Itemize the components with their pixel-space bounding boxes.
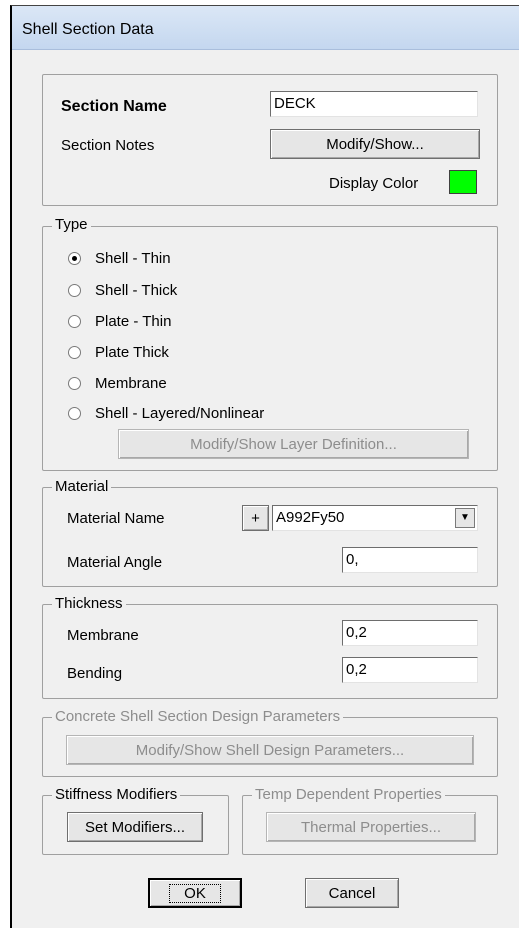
section-notes-button[interactable]: Modify/Show... [270, 129, 480, 159]
radio-indicator[interactable] [68, 376, 81, 390]
temp-legend: Temp Dependent Properties [252, 786, 445, 803]
type-legend: Type [52, 216, 91, 233]
radio-indicator[interactable] [68, 406, 81, 420]
material-legend: Material [52, 478, 112, 495]
shell-design-parameters-button[interactable]: Modify/Show Shell Design Parameters... [66, 735, 474, 765]
radio-indicator[interactable] [68, 283, 81, 297]
type-option-membrane[interactable]: Membrane [68, 372, 167, 394]
type-option-plate-thick[interactable]: Plate Thick [68, 341, 169, 363]
thickness-group [42, 604, 498, 699]
type-option-label: Shell - Layered/Nonlinear [95, 404, 265, 422]
section-name-label: Section Name [61, 98, 167, 115]
title-bar[interactable]: Shell Section Data [12, 6, 519, 50]
type-option-label: Shell - Thick [95, 281, 178, 299]
chevron-down-icon[interactable]: ▼ [455, 508, 475, 528]
material-name-select[interactable]: A992Fy50 ▼ [272, 505, 478, 531]
display-color-label: Display Color [329, 175, 419, 192]
type-option-label: Plate - Thin [95, 312, 172, 330]
membrane-label: Membrane [67, 627, 139, 644]
display-color-swatch[interactable] [449, 170, 477, 194]
section-name-input[interactable]: DECK [270, 91, 478, 117]
stiffness-legend: Stiffness Modifiers [52, 786, 181, 803]
material-name-value: A992Fy50 [276, 509, 345, 526]
ok-button[interactable]: OK [148, 878, 242, 908]
set-modifiers-button[interactable]: Set Modifiers... [67, 812, 203, 842]
radio-indicator[interactable] [68, 251, 81, 265]
type-option-label: Shell - Thin [95, 249, 171, 267]
material-name-label: Material Name [67, 510, 165, 527]
type-option-shell-thick[interactable]: Shell - Thick [68, 279, 177, 301]
thermal-properties-button[interactable]: Thermal Properties... [266, 812, 476, 842]
type-option-label: Membrane [95, 374, 167, 392]
bending-thickness-input[interactable]: 0,2 [342, 657, 478, 683]
add-material-button[interactable]: + [242, 505, 269, 531]
material-angle-input[interactable]: 0, [342, 547, 478, 573]
window-title: Shell Section Data [22, 21, 154, 38]
type-option-shell-thin[interactable]: Shell - Thin [68, 247, 171, 269]
layer-definition-button[interactable]: Modify/Show Layer Definition... [118, 429, 469, 459]
ok-button-label: OK [169, 883, 221, 903]
thickness-legend: Thickness [52, 595, 126, 612]
type-option-label: Plate Thick [95, 343, 169, 361]
radio-indicator[interactable] [68, 314, 81, 328]
membrane-thickness-input[interactable]: 0,2 [342, 620, 478, 646]
bending-label: Bending [67, 665, 123, 682]
material-angle-label: Material Angle [67, 554, 163, 571]
section-notes-label: Section Notes [61, 137, 155, 154]
type-option-shell-layered[interactable]: Shell - Layered/Nonlinear [68, 402, 264, 424]
concrete-legend: Concrete Shell Section Design Parameters [52, 708, 344, 725]
type-option-plate-thin[interactable]: Plate - Thin [68, 310, 171, 332]
radio-indicator[interactable] [68, 345, 81, 359]
cancel-button[interactable]: Cancel [305, 878, 399, 908]
